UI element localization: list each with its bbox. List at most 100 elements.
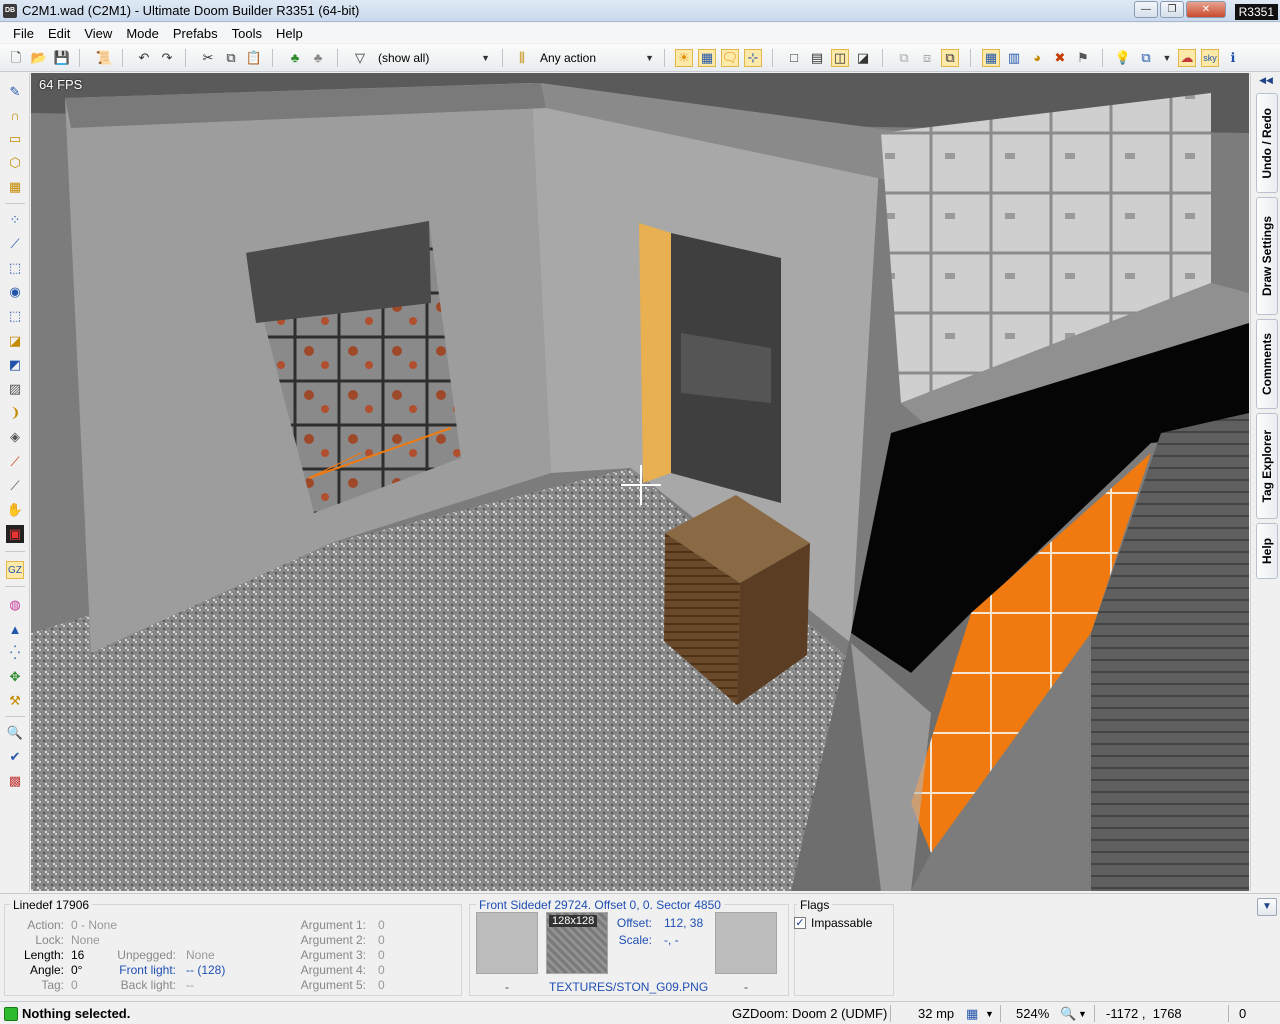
view-ceilings-icon[interactable]: ◪	[854, 49, 872, 67]
brightness-gradient-icon[interactable]: ⟋	[6, 453, 24, 471]
paste-icon[interactable]: 📋	[245, 49, 263, 67]
impassable-checkbox[interactable]: ✓	[794, 917, 806, 929]
draw-rectangle-icon[interactable]: ▭	[6, 130, 24, 148]
slope-tool-icon[interactable]: ▲	[6, 620, 24, 638]
draw-lines-icon[interactable]: ✎	[6, 83, 24, 101]
comments-toggle-icon[interactable]: 🗨	[721, 49, 739, 67]
visual-mode-icon[interactable]: ✖	[1051, 49, 1069, 67]
window-controls: — ❐ ✕	[1134, 1, 1226, 18]
fog-toggle-icon[interactable]: ☁	[1178, 49, 1196, 67]
snap-toggle-icon[interactable]: ⊹	[744, 49, 762, 67]
thing-grid-icon[interactable]: ▦	[982, 49, 1000, 67]
tab-tag-explorer[interactable]: Tag Explorer	[1256, 413, 1278, 519]
script-editor-icon[interactable]: 📜	[95, 49, 113, 67]
restore-button[interactable]: ❐	[1160, 1, 1184, 18]
zoom-label[interactable]: 524%	[1016, 1006, 1049, 1021]
grid-icon[interactable]: ▦	[966, 1006, 978, 1022]
find-replace-icon[interactable]: 🔍	[6, 724, 24, 742]
menu-prefabs[interactable]: Prefabs	[166, 23, 225, 43]
open-map-icon[interactable]: 📂	[30, 49, 48, 67]
menu-view[interactable]: View	[77, 23, 119, 43]
save-map-icon[interactable]: 💾	[53, 49, 71, 67]
filter-icon[interactable]: ▽	[351, 49, 369, 67]
tab-comments[interactable]: Comments	[1256, 319, 1278, 409]
models-dropdown-icon[interactable]: ⧉	[1137, 49, 1155, 67]
menu-file[interactable]: File	[6, 23, 41, 43]
view-normal-icon[interactable]: □	[785, 49, 803, 67]
info-icon[interactable]: ℹ	[1224, 49, 1242, 67]
sound-environment-icon[interactable]: ◩	[6, 356, 24, 374]
tab-undo-redo[interactable]: Undo / Redo	[1256, 93, 1278, 193]
linedef-title: Linedef 17906	[10, 898, 93, 912]
split-geometry-icon[interactable]: ⧈	[918, 49, 936, 67]
chevron-down-icon[interactable]: ▼	[1158, 49, 1176, 67]
sector-grid-icon[interactable]: ▥	[1005, 49, 1023, 67]
cut-icon[interactable]: ✂	[199, 49, 217, 67]
zoom-icon[interactable]: 🔍	[1060, 1006, 1076, 1022]
action-filter-icon[interactable]: ⫼	[513, 49, 531, 67]
make-sectors-icon[interactable]: ◪	[6, 332, 24, 350]
things-filter-combo[interactable]: (show all) ▼	[378, 49, 490, 67]
3d-floor-mode-icon[interactable]: ▣	[6, 525, 24, 543]
expand-panel-icon[interactable]: ▼	[1257, 898, 1277, 916]
grid-size-label[interactable]: 32 mp	[918, 1006, 954, 1021]
redo-icon[interactable]: ↷	[158, 49, 176, 67]
visual-mode-gz-icon[interactable]: GZ	[6, 561, 24, 579]
color-picker-icon[interactable]: ✋	[6, 501, 24, 519]
color-wheel-icon[interactable]: ◍	[6, 596, 24, 614]
transform-icon[interactable]: ✥	[6, 668, 24, 686]
image-guide-icon[interactable]: ▨	[6, 380, 24, 398]
middle-texture-preview[interactable]: 128x128	[546, 912, 608, 974]
vertex-slope-icon[interactable]: ⁛	[6, 644, 24, 662]
fps-counter: 64 FPS	[39, 77, 83, 92]
argument-1-value: 0	[378, 918, 385, 932]
height-gradient-icon[interactable]: ⟋	[6, 477, 24, 495]
auto-merge-icon[interactable]: ⧉	[941, 49, 959, 67]
argument-4-label: Argument 4:	[300, 963, 366, 977]
edit-selection-icon[interactable]: ⬚	[6, 307, 24, 325]
grid-toggle-icon[interactable]: ▦	[698, 49, 716, 67]
sky-toggle-icon[interactable]: sky	[1201, 49, 1219, 67]
menu-tools[interactable]: Tools	[225, 23, 269, 43]
merge-geometry-icon[interactable]: ⧉	[895, 49, 913, 67]
upper-texture-name: -	[505, 980, 509, 994]
minimize-button[interactable]: —	[1134, 1, 1158, 18]
floor-align-icon[interactable]: ◈	[6, 428, 24, 446]
sound-propagation-icon[interactable]: ❩	[6, 404, 24, 422]
close-button[interactable]: ✕	[1186, 1, 1226, 18]
lower-texture-preview[interactable]	[715, 912, 777, 974]
new-map-icon[interactable]: 🗋	[7, 49, 25, 67]
menu-mode[interactable]: Mode	[119, 23, 166, 43]
sectors-mode-icon[interactable]: ⬚	[6, 259, 24, 277]
linedefs-mode-icon[interactable]: ⟋	[6, 235, 24, 253]
visual-mode-viewport[interactable]: 64 FPS	[31, 73, 1249, 891]
view-brightness-icon[interactable]: ▤	[808, 49, 826, 67]
texture-browser-icon[interactable]: ◕	[1028, 49, 1046, 67]
collapse-dock-icon[interactable]: ◀◀	[1257, 75, 1275, 87]
upper-texture-preview[interactable]	[476, 912, 538, 974]
tab-draw-settings[interactable]: Draw Settings	[1256, 197, 1278, 315]
draw-grid-icon[interactable]: ▦	[6, 178, 24, 196]
lightbulb-icon[interactable]: 💡	[1114, 49, 1132, 67]
tab-help[interactable]: Help	[1256, 523, 1278, 579]
chevron-down-icon[interactable]: ▼	[1078, 1009, 1087, 1019]
copy-icon[interactable]: ⧉	[222, 49, 240, 67]
fullbright-icon[interactable]: ☀	[675, 49, 693, 67]
prefab-selection-icon[interactable]: ♣	[309, 49, 327, 67]
insert-prefab-icon[interactable]: ♣	[286, 49, 304, 67]
draw-ellipse-icon[interactable]: ⬡	[6, 154, 24, 172]
linedef-action-combo[interactable]: Any action ▼	[540, 49, 654, 67]
things-mode-icon[interactable]: ◉	[6, 283, 24, 301]
undo-icon[interactable]: ↶	[135, 49, 153, 67]
draw-curve-icon[interactable]: ∩	[6, 106, 24, 124]
menu-edit[interactable]: Edit	[41, 23, 77, 43]
screenshot-icon[interactable]: ▩	[6, 772, 24, 790]
vertices-mode-icon[interactable]: ⁘	[6, 211, 24, 229]
bridge-tool-icon[interactable]: ⚒	[6, 692, 24, 710]
engine-label[interactable]: GZDoom: Doom 2 (UDMF)	[732, 1006, 887, 1021]
test-map-icon[interactable]: ⚑	[1074, 49, 1092, 67]
menu-help[interactable]: Help	[269, 23, 310, 43]
map-analysis-icon[interactable]: ✔	[6, 748, 24, 766]
chevron-down-icon[interactable]: ▼	[985, 1009, 994, 1019]
view-floors-icon[interactable]: ◫	[831, 49, 849, 67]
